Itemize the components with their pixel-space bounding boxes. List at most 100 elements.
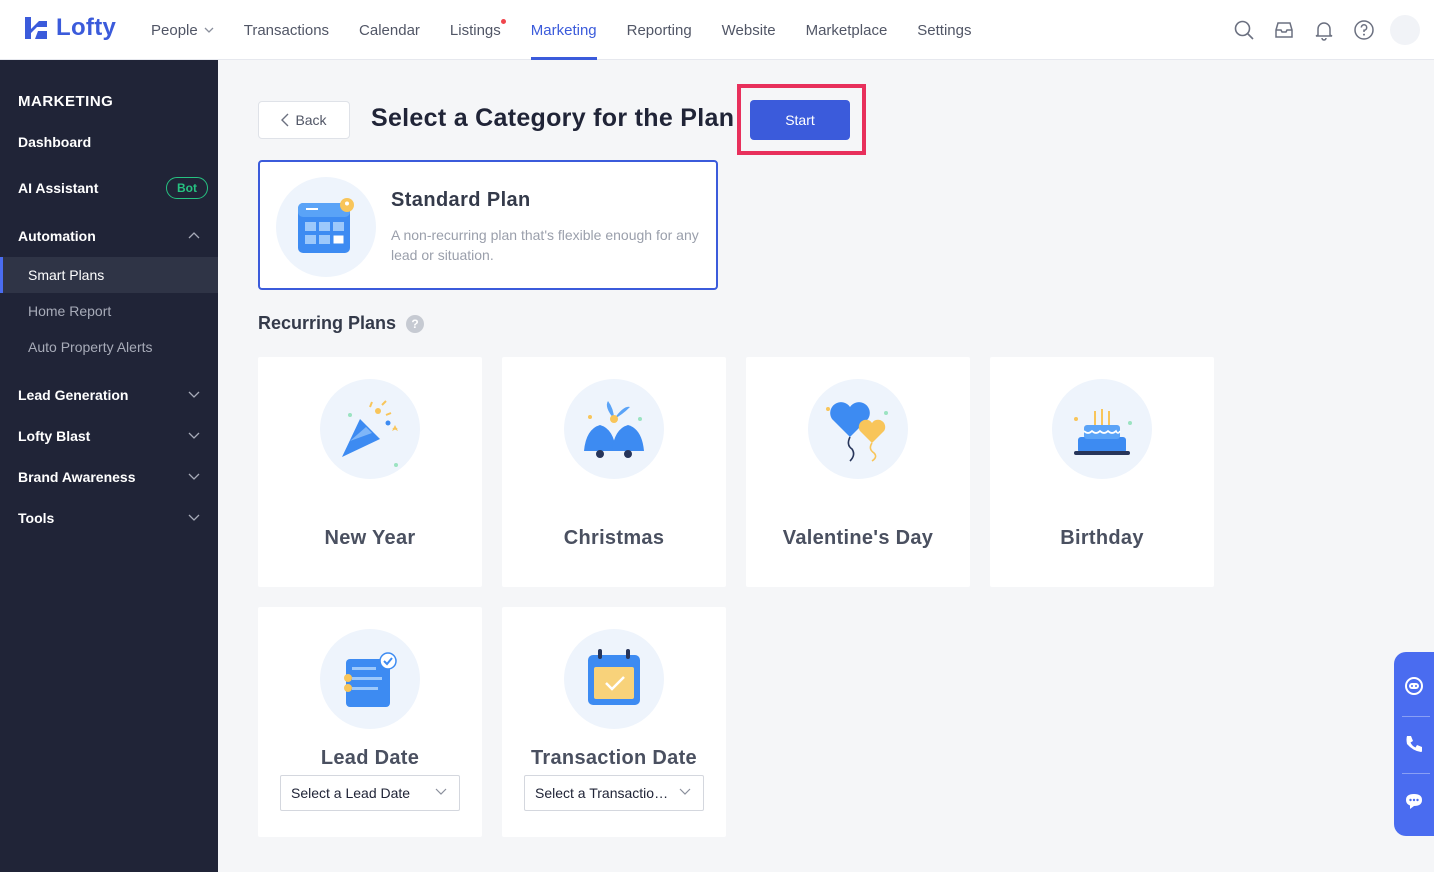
birthday-card[interactable]: Birthday <box>990 357 1214 587</box>
sidebar-item-label: Tools <box>18 510 55 526</box>
transaction-date-select[interactable]: Select a Transaction Date <box>524 775 704 811</box>
nav-people-label: People <box>151 21 198 39</box>
nav-reporting-label: Reporting <box>626 21 692 39</box>
nav-reporting[interactable]: Reporting <box>612 0 707 60</box>
standard-plan-card[interactable]: Standard Plan A non-recurring plan that'… <box>258 160 718 290</box>
back-button[interactable]: Back <box>258 101 350 139</box>
sidebar-item-automation[interactable]: Automation <box>0 218 218 254</box>
new-year-label: New Year <box>324 527 416 549</box>
help-icon[interactable] <box>1350 14 1378 46</box>
sidebar-item-label: Automation <box>18 228 96 244</box>
nav-listings[interactable]: Listings <box>435 0 516 60</box>
heart-balloons-icon <box>808 379 908 479</box>
nav-transactions[interactable]: Transactions <box>229 0 344 60</box>
chevron-up-icon <box>188 232 200 239</box>
nav-listings-label: Listings <box>449 21 501 39</box>
sidebar: MARKETING Dashboard AI Assistant Bot Aut… <box>0 60 218 872</box>
nav-marketing[interactable]: Marketing <box>516 0 612 60</box>
sidebar-item-smart-plans[interactable]: Smart Plans <box>0 257 218 293</box>
sidebar-item-lofty-blast[interactable]: Lofty Blast <box>0 418 218 454</box>
page-title: Select a Category for the Plan <box>371 104 735 132</box>
transaction-date-select-value: Select a Transaction Date <box>535 785 675 801</box>
transaction-date-card[interactable]: Transaction Date Select a Transaction Da… <box>502 607 726 837</box>
nav-marketplace-label: Marketplace <box>805 21 888 39</box>
calendar-check-icon <box>564 629 664 729</box>
standard-plan-description: A non-recurring plan that's flexible eno… <box>391 227 699 263</box>
lofty-logo[interactable]: Lofty <box>22 14 116 42</box>
logo-text: Lofty <box>56 14 117 41</box>
sidebar-item-label: Brand Awareness <box>18 469 136 485</box>
inbox-icon[interactable] <box>1270 14 1298 46</box>
valentines-day-label: Valentine's Day <box>782 527 934 549</box>
start-button[interactable]: Start <box>750 100 850 140</box>
notification-dot <box>500 19 506 24</box>
document-check-icon <box>320 629 420 729</box>
lead-date-card[interactable]: Lead Date Select a Lead Date <box>258 607 482 837</box>
sidebar-item-label: Lead Generation <box>18 387 129 403</box>
back-label: Back <box>295 112 327 128</box>
calendar-grid-icon <box>276 177 376 277</box>
christmas-bells-icon <box>564 379 664 479</box>
sidebar-item-lead-generation[interactable]: Lead Generation <box>0 377 218 413</box>
sidebar-item-label: Auto Property Alerts <box>28 339 153 355</box>
nav-calendar[interactable]: Calendar <box>344 0 435 60</box>
party-popper-icon <box>320 379 420 479</box>
chevron-down-icon <box>188 514 200 521</box>
help-icon[interactable]: ? <box>406 314 425 333</box>
bot-badge: Bot <box>166 177 208 199</box>
chevron-down-icon <box>188 473 200 480</box>
lofty-logo-icon <box>25 17 47 39</box>
chevron-down-icon <box>679 788 691 795</box>
nav-marketing-label: Marketing <box>530 21 597 39</box>
nav-marketplace[interactable]: Marketplace <box>791 0 903 60</box>
nav-settings[interactable]: Settings <box>902 0 986 60</box>
nav-settings-label: Settings <box>917 21 972 39</box>
chevron-down-icon <box>188 391 200 398</box>
sidebar-item-ai-assistant[interactable]: AI Assistant Bot <box>0 170 218 206</box>
sidebar-item-label: Home Report <box>28 303 112 319</box>
lead-date-select-value: Select a Lead Date <box>291 785 411 801</box>
chevron-down-icon <box>204 27 214 33</box>
nav-people[interactable]: People <box>136 0 229 60</box>
christmas-card[interactable]: Christmas <box>502 357 726 587</box>
chevron-down-icon <box>435 788 447 795</box>
sidebar-item-dashboard[interactable]: Dashboard <box>0 124 218 160</box>
sidebar-item-label: Dashboard <box>18 134 92 150</box>
valentines-day-card[interactable]: Valentine's Day <box>746 357 970 587</box>
standard-plan-title: Standard Plan <box>391 189 531 211</box>
top-icons <box>1230 14 1420 46</box>
chevron-left-icon <box>281 113 289 127</box>
chat-button[interactable] <box>1394 773 1434 829</box>
recurring-plans-heading: Recurring Plans ? <box>258 313 425 334</box>
lead-date-select[interactable]: Select a Lead Date <box>280 775 460 811</box>
nav-calendar-label: Calendar <box>359 21 420 39</box>
recurring-plans-title: Recurring Plans <box>258 313 397 333</box>
birthday-cake-icon <box>1052 379 1152 479</box>
sidebar-item-label: AI Assistant <box>18 180 99 196</box>
sidebar-item-home-report[interactable]: Home Report <box>0 293 218 329</box>
sidebar-item-auto-property-alerts[interactable]: Auto Property Alerts <box>0 329 218 365</box>
chatbot-icon <box>1405 677 1423 695</box>
sidebar-item-tools[interactable]: Tools <box>0 500 218 536</box>
top-navigation-bar: Lofty People Transactions Calendar Listi… <box>0 0 1434 60</box>
chat-bubble-icon <box>1406 794 1422 809</box>
chatbot-button[interactable] <box>1394 658 1434 714</box>
nav-website[interactable]: Website <box>707 0 791 60</box>
nav-transactions-label: Transactions <box>243 21 330 39</box>
main-nav: People Transactions Calendar Listings Ma… <box>136 0 987 60</box>
sidebar-item-label: Lofty Blast <box>18 428 91 444</box>
chevron-down-icon <box>188 432 200 439</box>
bell-icon[interactable] <box>1310 14 1338 46</box>
search-icon[interactable] <box>1230 14 1258 46</box>
avatar[interactable] <box>1390 15 1420 45</box>
phone-button[interactable] <box>1394 716 1434 772</box>
nav-website-label: Website <box>721 21 776 39</box>
phone-icon <box>1406 736 1422 752</box>
lead-date-label: Lead Date <box>320 747 420 769</box>
sidebar-item-brand-awareness[interactable]: Brand Awareness <box>0 459 218 495</box>
sidebar-title: MARKETING <box>18 93 114 110</box>
new-year-card[interactable]: New Year <box>258 357 482 587</box>
birthday-label: Birthday <box>1060 527 1144 549</box>
transaction-date-label: Transaction Date <box>531 747 697 769</box>
christmas-label: Christmas <box>563 527 665 549</box>
